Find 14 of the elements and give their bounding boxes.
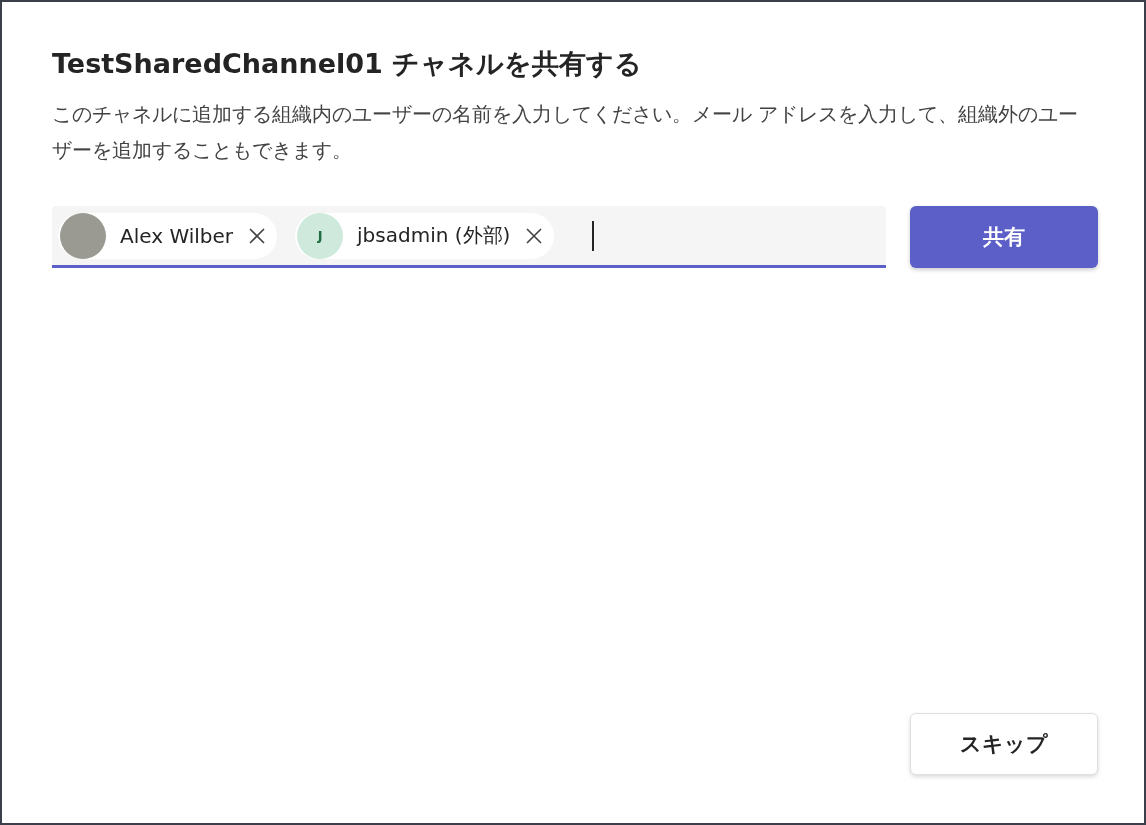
skip-button[interactable]: スキップ bbox=[910, 713, 1098, 775]
person-name: jbsadmin (外部) bbox=[357, 222, 511, 249]
avatar-initial: J bbox=[297, 212, 344, 259]
photo-placeholder bbox=[60, 212, 106, 259]
dialog-description: このチャネルに追加する組織内のユーザーの名前を入力してください。メール アドレスを入力して、組織外のユーザーを追加することもできます。 bbox=[52, 101, 1080, 164]
close-icon[interactable] bbox=[524, 225, 545, 246]
person-chip[interactable]: Alex Wilber bbox=[58, 212, 278, 259]
text-cursor bbox=[592, 220, 595, 251]
share-button[interactable]: 共有 bbox=[910, 206, 1098, 268]
close-icon[interactable] bbox=[247, 225, 268, 246]
person-name: Alex Wilber bbox=[120, 223, 234, 248]
person-chip[interactable]: J jbsadmin (外部) bbox=[295, 212, 555, 259]
dialog-title: TestSharedChannel01 チャネルを共有する bbox=[52, 47, 644, 81]
people-input-field[interactable]: Alex Wilber J jbsadmin (外部) bbox=[52, 206, 886, 268]
